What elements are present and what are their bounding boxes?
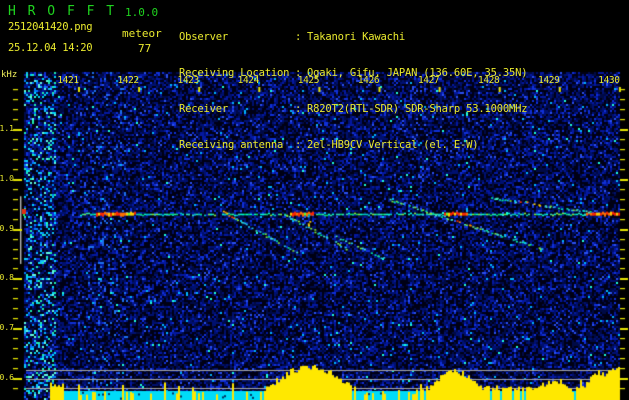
timestamp: 25.12.04 14:20 xyxy=(8,42,93,54)
station-info: Observer: Takanori Kawachi Receiving Loca… xyxy=(179,7,528,175)
info-row-location: Receiving Location: Ogaki, Gifu, JAPAN (1… xyxy=(179,67,528,79)
info-value: Takanori Kawachi xyxy=(307,31,405,43)
info-value: 2el-HB9CV Vertical (el. E-W) xyxy=(307,139,479,151)
info-label: Receiving antenna xyxy=(179,139,284,151)
freq-tick-label: 0.8 xyxy=(0,273,14,283)
info-label: Receiver xyxy=(179,103,228,115)
mode-label: meteor xyxy=(122,27,162,40)
time-tick-label: 1428 xyxy=(478,75,500,86)
time-tick-label: 1430 xyxy=(598,75,620,86)
info-colon: : xyxy=(295,139,302,151)
time-tick-label: 1426 xyxy=(357,75,380,86)
info-row-observer: Observer: Takanori Kawachi xyxy=(179,31,527,43)
freq-tick-label: 0.6 xyxy=(0,373,14,382)
app-title: H R O F F T xyxy=(8,4,117,19)
time-tick-label: 1423 xyxy=(177,75,200,86)
freq-tick-label: 0.9 xyxy=(0,223,14,233)
info-row-receiver: Receiver: R820T2(RTL-SDR) SDR-Sharp 53.10… xyxy=(179,103,528,115)
info-value: R820T2(RTL-SDR) SDR-Sharp 53.1000MHz xyxy=(307,103,528,115)
info-row-antenna: Receiving antenna:2el-HB9CV Vertical (el… xyxy=(179,139,527,151)
freq-tick-label: 1.0 xyxy=(0,173,14,183)
time-tick-label: 1422 xyxy=(117,75,139,86)
time-tick-label: 1425 xyxy=(297,75,320,86)
freq-tick-label: 0.7 xyxy=(0,323,14,333)
freq-tick-label: 1.1 xyxy=(0,124,14,133)
info-colon: : xyxy=(295,103,302,115)
time-tick-label: 1427 xyxy=(417,75,440,86)
time-tick-label: 1421 xyxy=(57,75,79,86)
output-filename: 2512041420.png xyxy=(8,21,93,33)
time-tick-label: 1424 xyxy=(237,75,260,86)
time-tick-label: 1429 xyxy=(538,75,560,86)
echo-count: 77 xyxy=(138,42,152,55)
hrofft-window: H R O F F T 1.0.0 2512041420.png meteor … xyxy=(0,0,629,400)
info-label: Observer xyxy=(179,31,228,43)
freq-axis-unit: kHz xyxy=(1,70,18,80)
app-version: 1.0.0 xyxy=(125,6,159,19)
info-colon: : xyxy=(295,31,302,43)
